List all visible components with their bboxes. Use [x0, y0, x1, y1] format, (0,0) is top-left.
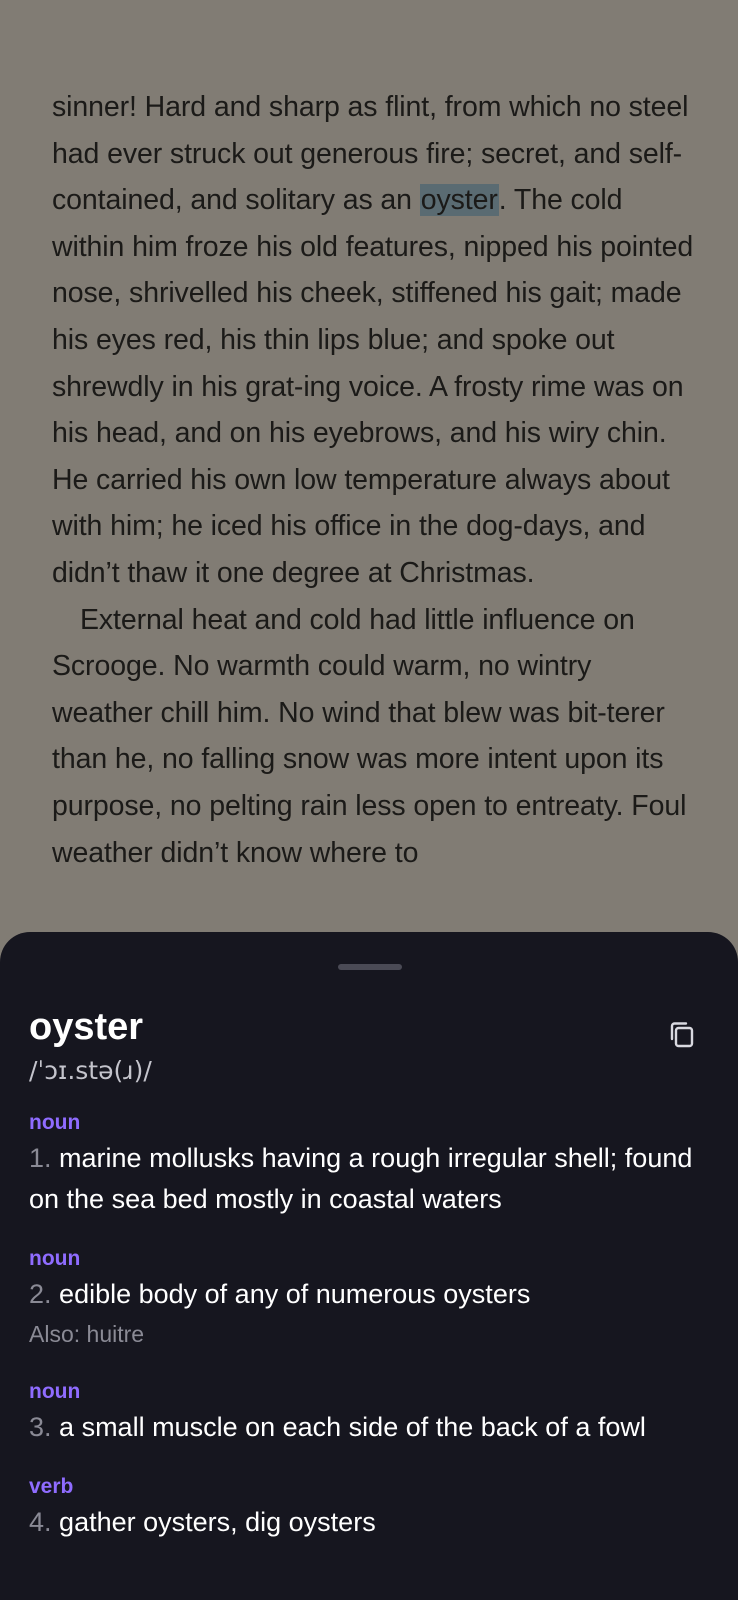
part-of-speech: verb — [29, 1475, 74, 1498]
definition-body: marine mollusks having a rough irregular… — [29, 1143, 693, 1214]
dictionary-sheet[interactable]: oyster /ˈɔɪ.stə(ɹ)/ noun 1. marine mollu… — [0, 932, 738, 1600]
pronunciation: /ˈɔɪ.stə(ɹ)/ — [29, 1056, 152, 1085]
part-of-speech: noun — [29, 1247, 81, 1270]
definition-item: noun 1. marine mollusks having a rough i… — [29, 1108, 719, 1220]
definition-number: 3. — [29, 1412, 52, 1442]
definition-number: 4. — [29, 1507, 52, 1537]
definition-also: Also: huitre — [29, 1321, 145, 1347]
book-text[interactable]: sinner! Hard and sharp as flint, from wh… — [52, 84, 698, 876]
definition-number: 1. — [29, 1143, 52, 1173]
paragraph-1-after: . The cold within him froze his old feat… — [52, 184, 694, 589]
selected-word-highlight[interactable]: oyster — [419, 184, 499, 217]
dictionary-word: oyster — [29, 1006, 144, 1048]
copy-icon — [670, 1022, 694, 1048]
definition-number: 2. — [29, 1279, 52, 1309]
part-of-speech: noun — [29, 1111, 81, 1134]
definitions-list: noun 1. marine mollusks having a rough i… — [29, 1108, 719, 1567]
paragraph-2: External heat and cold had little influe… — [52, 603, 687, 869]
definition-item: noun 2. edible body of any of numerous o… — [29, 1244, 719, 1353]
definition-item: verb 4. gather oysters, dig oysters — [29, 1472, 719, 1543]
drag-handle[interactable] — [338, 964, 402, 970]
definition-body: a small muscle on each side of the back … — [59, 1412, 646, 1442]
definition-text: 4. gather oysters, dig oysters — [29, 1502, 719, 1543]
definition-body: edible body of any of numerous oysters — [59, 1279, 531, 1309]
part-of-speech: noun — [29, 1380, 81, 1403]
definition-text: 3. a small muscle on each side of the ba… — [29, 1407, 719, 1448]
definition-body: gather oysters, dig oysters — [59, 1507, 376, 1537]
definition-item: noun 3. a small muscle on each side of t… — [29, 1377, 719, 1448]
definition-text: 1. marine mollusks having a rough irregu… — [29, 1138, 719, 1220]
paragraph-1: sinner! Hard and sharp as flint, from wh… — [52, 84, 698, 597]
definition-text: 2. edible body of any of numerous oyster… — [29, 1274, 719, 1315]
copy-button[interactable] — [666, 1018, 700, 1052]
